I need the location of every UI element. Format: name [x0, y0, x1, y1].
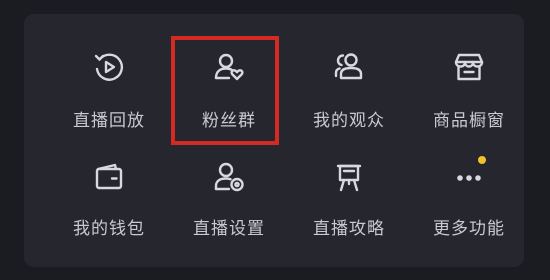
tool-my-wallet[interactable]: 我的钱包	[49, 14, 169, 239]
tool-more-functions[interactable]: 更多功能	[409, 14, 529, 239]
tool-label: 更多功能	[433, 219, 505, 239]
tools-grid: 直播回放 粉丝群 我的观众 商品橱窗 我的钱包 直播设置 直播攻略 更多功能	[24, 14, 524, 267]
tool-label: 直播攻略	[313, 219, 385, 239]
tool-label: 直播设置	[193, 219, 265, 239]
tool-live-settings[interactable]: 直播设置	[169, 14, 289, 239]
wallet-icon	[92, 160, 126, 194]
more-functions-notification-dot	[478, 156, 486, 164]
easel-guide-icon	[332, 160, 366, 194]
tool-live-guide[interactable]: 直播攻略	[289, 14, 409, 239]
tool-label: 我的钱包	[73, 219, 145, 239]
live-tools-panel: 直播回放 粉丝群 我的观众 商品橱窗 我的钱包 直播设置 直播攻略 更多功能	[24, 14, 524, 267]
user-settings-icon	[212, 160, 246, 194]
more-dots-icon	[452, 160, 486, 194]
